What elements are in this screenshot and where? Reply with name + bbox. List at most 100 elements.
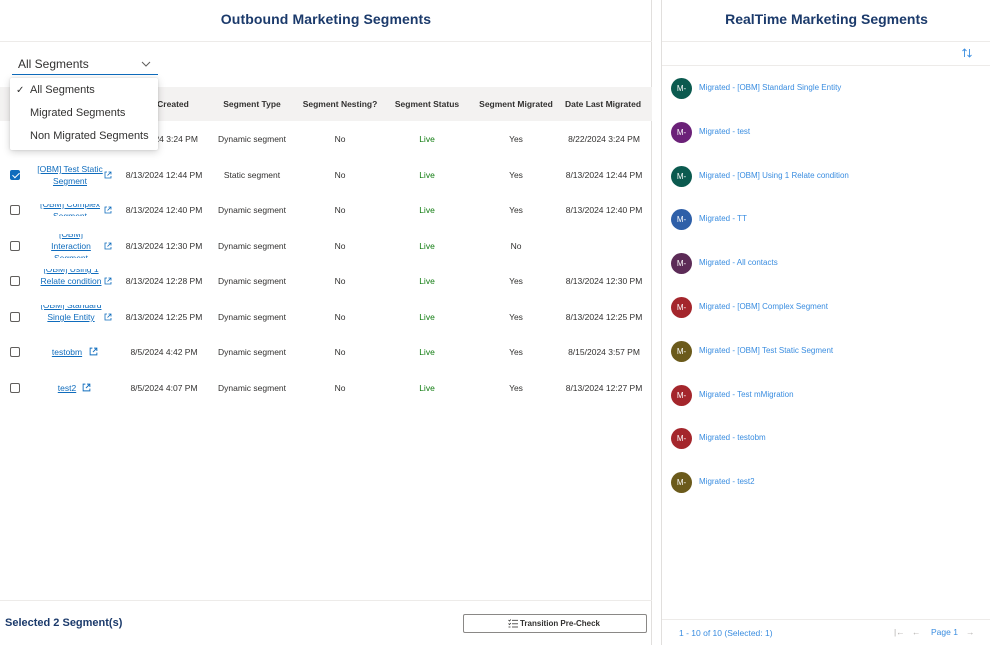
- cell-type: Dynamic segment: [217, 347, 287, 357]
- list-item[interactable]: M- Migrated - All contacts: [662, 253, 990, 298]
- avatar: M-: [671, 78, 692, 99]
- list-item[interactable]: M- Migrated - Test mMigration: [662, 385, 990, 430]
- segment-link[interactable]: Migrated - All contacts: [699, 258, 778, 267]
- menu-item-migrated-segments[interactable]: Migrated Segments: [10, 102, 158, 125]
- realtime-panel: RealTime Marketing Segments M- Migrated …: [661, 0, 990, 645]
- col-segment-nesting[interactable]: Segment Nesting?: [298, 87, 382, 121]
- next-page-icon[interactable]: →: [966, 627, 975, 637]
- row-checkbox[interactable]: [10, 170, 20, 180]
- menu-item-all-segments[interactable]: ✓ All Segments: [10, 79, 158, 102]
- chevron-down-icon: [141, 61, 151, 67]
- segment-name-link[interactable]: [OBM] Complex Segment: [40, 204, 100, 216]
- open-external-icon[interactable]: [104, 206, 112, 214]
- col-segment-migrated[interactable]: Segment Migrated: [474, 87, 558, 121]
- segment-link[interactable]: Migrated - [OBM] Standard Single Entity: [699, 83, 841, 92]
- open-external-icon[interactable]: [82, 383, 91, 392]
- segment-name-link[interactable]: [OBM] Standard Single Entity: [38, 305, 104, 329]
- segment-link[interactable]: Migrated - [OBM] Complex Segment: [699, 302, 828, 311]
- cell-status: Live: [419, 205, 435, 215]
- segment-name-link[interactable]: [OBM] Using 1 Relate condition: [40, 269, 102, 293]
- open-external-icon[interactable]: [89, 347, 98, 356]
- cell-created: 8/13/2024 12:30 PM: [125, 241, 203, 251]
- segment-name-link[interactable]: test2: [52, 382, 82, 394]
- avatar: M-: [671, 253, 692, 274]
- menu-item-non-migrated-segments[interactable]: Non Migrated Segments: [10, 125, 158, 148]
- checkmark-icon: ✓: [16, 85, 25, 96]
- cell-migrated: Yes: [509, 134, 523, 144]
- list-item[interactable]: M- Migrated - testobm: [662, 428, 990, 473]
- col-segment-type[interactable]: Segment Type: [212, 87, 292, 121]
- table-row[interactable]: [OBM] Complex Segment 8/13/2024 12:40 PM…: [0, 192, 652, 228]
- cell-type: Dynamic segment: [217, 134, 287, 144]
- pager-summary: 1 - 10 of 10 (Selected: 1): [679, 628, 773, 638]
- cell-nesting: No: [334, 312, 346, 322]
- row-checkbox[interactable]: [10, 205, 20, 215]
- avatar: M-: [671, 428, 692, 449]
- cell-nesting: No: [334, 347, 346, 357]
- segment-link[interactable]: Migrated - testobm: [699, 433, 766, 442]
- row-checkbox[interactable]: [10, 276, 20, 286]
- menu-item-label: Non Migrated Segments: [30, 130, 149, 142]
- cell-status: Live: [419, 347, 435, 357]
- list-item[interactable]: M- Migrated - test2: [662, 472, 990, 517]
- table-row[interactable]: [OBM] Interaction Segment 8/13/2024 12:3…: [0, 228, 652, 264]
- cell-type: Dynamic segment: [217, 276, 287, 286]
- open-external-icon[interactable]: [104, 313, 112, 321]
- open-external-icon[interactable]: [104, 171, 112, 179]
- app-root: Outbound Marketing Segments All Segments…: [0, 0, 990, 645]
- cell-migrated: Yes: [509, 170, 523, 180]
- segment-name-link[interactable]: [OBM] Interaction Segment: [40, 234, 102, 258]
- first-page-icon[interactable]: |←: [894, 627, 905, 637]
- cell-last-migrated: 8/13/2024 12:27 PM: [565, 383, 643, 393]
- list-item[interactable]: M- Migrated - [OBM] Using 1 Relate condi…: [662, 166, 990, 211]
- sort-icon[interactable]: [961, 47, 973, 59]
- cell-type: Static segment: [223, 170, 281, 180]
- cell-type: Dynamic segment: [217, 241, 287, 251]
- cell-migrated: Yes: [509, 383, 523, 393]
- avatar: M-: [671, 209, 692, 230]
- list-item[interactable]: M- Migrated - [OBM] Standard Single Enti…: [662, 78, 990, 123]
- list-item[interactable]: M- Migrated - TT: [662, 209, 990, 254]
- segment-link[interactable]: Migrated - Test mMigration: [699, 390, 794, 399]
- segment-filter-menu: ✓ All Segments Migrated Segments Non Mig…: [10, 78, 158, 150]
- segment-link[interactable]: Migrated - [OBM] Test Static Segment: [699, 346, 833, 355]
- cell-status: Live: [419, 383, 435, 393]
- cell-nesting: No: [334, 276, 346, 286]
- col-date-last-migrated[interactable]: Date Last Migrated: [562, 87, 644, 121]
- divider: [662, 619, 990, 620]
- transition-precheck-button[interactable]: Transition Pre-Check: [463, 614, 647, 633]
- segment-link[interactable]: Migrated - [OBM] Using 1 Relate conditio…: [699, 171, 849, 180]
- segment-link[interactable]: Migrated - test: [699, 127, 750, 136]
- pager-controls: |← ← Page 1 →: [894, 626, 984, 640]
- cell-last-migrated: 8/22/2024 3:24 PM: [568, 134, 640, 144]
- row-checkbox[interactable]: [10, 347, 20, 357]
- precheck-label: Transition Pre-Check: [519, 619, 601, 628]
- row-checkbox[interactable]: [10, 312, 20, 322]
- list-item[interactable]: M- Migrated - test: [662, 122, 990, 167]
- table-row[interactable]: test2 8/5/2024 4:07 PM Dynamic segment N…: [0, 370, 652, 406]
- open-external-icon[interactable]: [104, 277, 112, 285]
- row-checkbox[interactable]: [10, 383, 20, 393]
- row-checkbox[interactable]: [10, 241, 20, 251]
- table-row[interactable]: testobm 8/5/2024 4:42 PM Dynamic segment…: [0, 334, 652, 370]
- list-item[interactable]: M- Migrated - [OBM] Complex Segment: [662, 297, 990, 342]
- table-row[interactable]: [OBM] Standard Single Entity 8/13/2024 1…: [0, 299, 652, 335]
- table-row[interactable]: [OBM] Using 1 Relate condition 8/13/2024…: [0, 263, 652, 299]
- col-segment-status[interactable]: Segment Status: [390, 87, 464, 121]
- selected-count-text: Selected 2 Segment(s): [5, 617, 123, 629]
- list-item[interactable]: M- Migrated - [OBM] Test Static Segment: [662, 341, 990, 386]
- cell-migrated: No: [510, 241, 522, 251]
- table-row[interactable]: [OBM] Test Static Segment 8/13/2024 12:4…: [0, 157, 652, 193]
- segment-link[interactable]: Migrated - TT: [699, 214, 747, 223]
- segment-name-link[interactable]: testobm: [46, 346, 88, 358]
- menu-item-label: All Segments: [30, 84, 95, 96]
- cell-created: 8/5/2024 4:42 PM: [130, 347, 198, 357]
- avatar: M-: [671, 122, 692, 143]
- cell-created: 8/5/2024 4:07 PM: [130, 383, 198, 393]
- prev-page-icon[interactable]: ←: [912, 627, 921, 637]
- divider: [662, 65, 990, 66]
- segment-name-link[interactable]: [OBM] Test Static Segment: [36, 163, 104, 187]
- segment-link[interactable]: Migrated - test2: [699, 477, 755, 486]
- segment-filter-dropdown[interactable]: All Segments: [12, 55, 158, 75]
- open-external-icon[interactable]: [104, 242, 112, 250]
